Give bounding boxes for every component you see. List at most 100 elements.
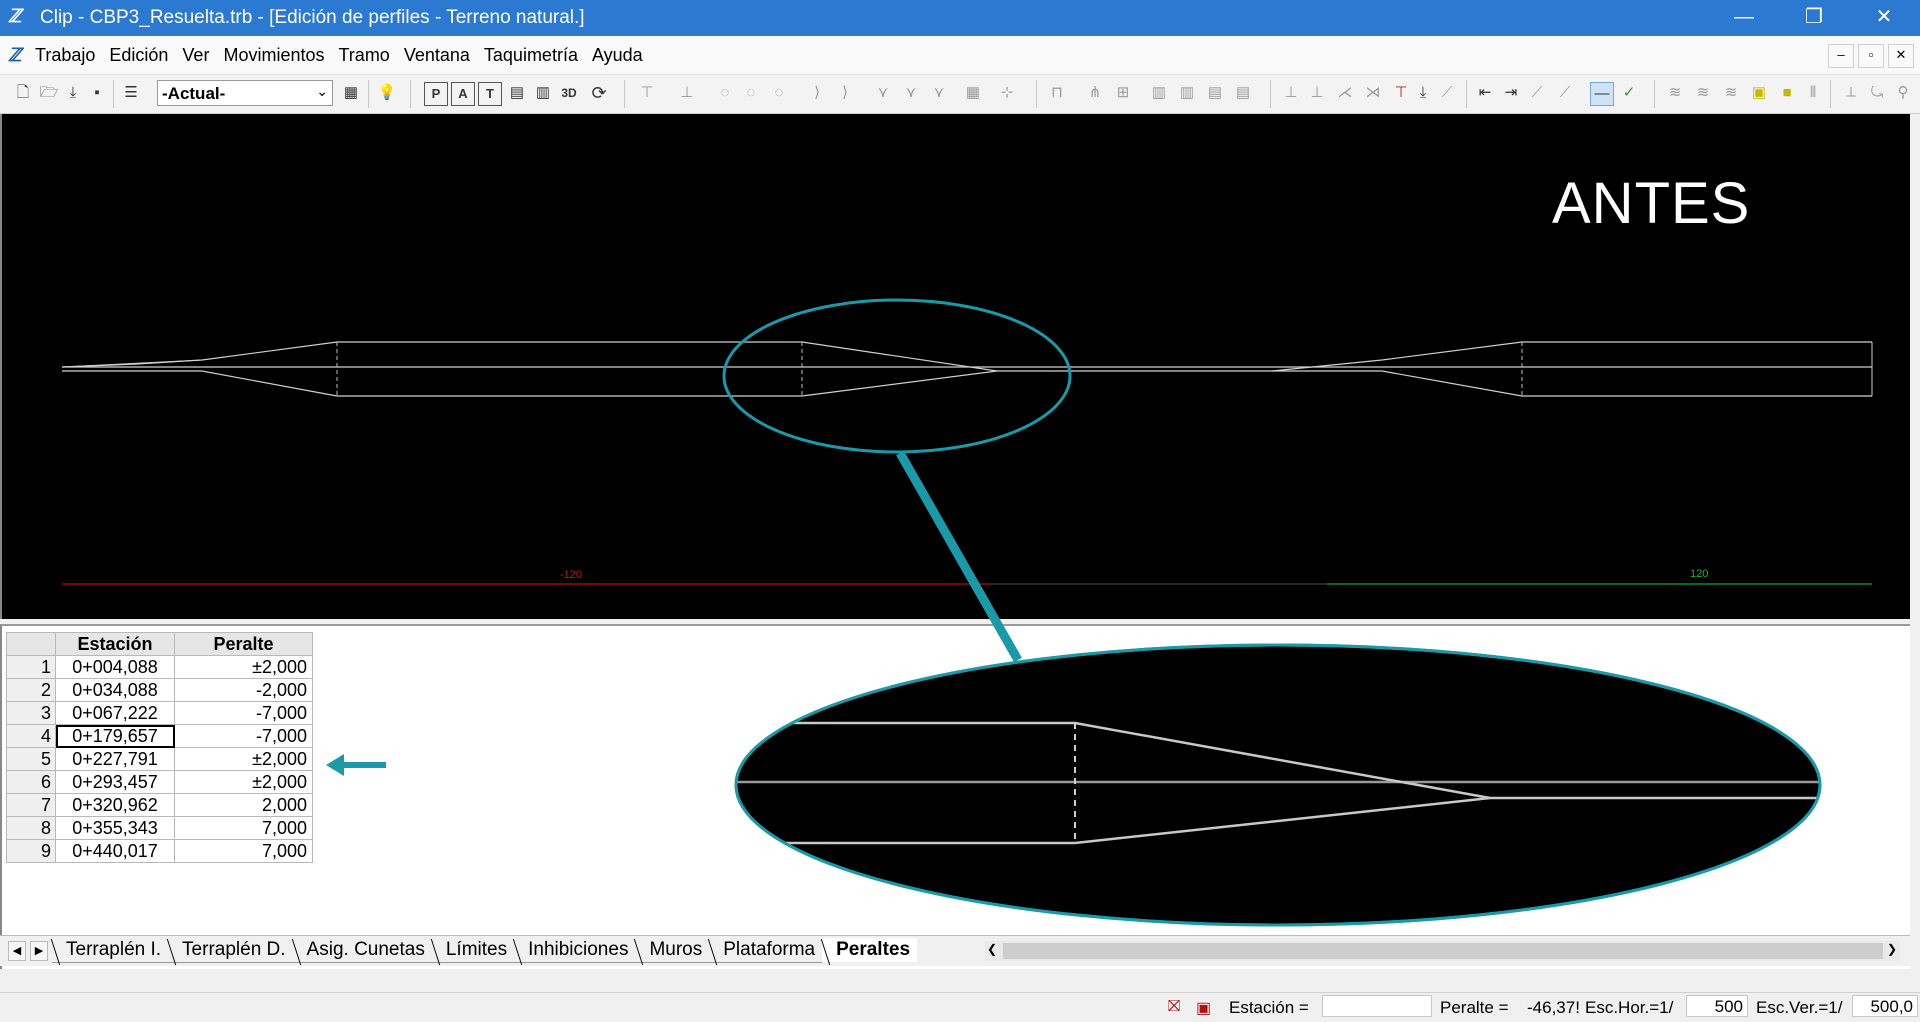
tool-c-icon[interactable]: ◌ — [714, 82, 736, 104]
tab-terraplen-d[interactable]: Terraplén D. — [168, 938, 293, 963]
horizontal-scrollbar[interactable]: ❮ ❯ — [985, 941, 1900, 961]
tool-a-icon[interactable]: ⊤ — [636, 82, 658, 104]
tab-inhibiciones[interactable]: Inhibiciones — [514, 938, 636, 963]
tool-q-icon[interactable]: ▥ — [1176, 82, 1198, 104]
save-icon[interactable]: ▪ — [86, 82, 108, 104]
tool-af-icon[interactable]: ▣ — [1748, 82, 1770, 104]
menu-trabajo[interactable]: Trabajo — [34, 45, 96, 66]
tab-prev-button[interactable]: ◀ — [8, 941, 26, 961]
header-peralte[interactable]: Peralte — [174, 632, 313, 656]
row-number[interactable]: 1 — [6, 655, 56, 679]
esc-hor-value[interactable]: 500 — [1686, 995, 1748, 1017]
tab-peraltes[interactable]: Peraltes — [822, 938, 918, 962]
cell-peralte[interactable]: 7,000 — [174, 839, 313, 863]
tab-next-button[interactable]: ▶ — [30, 941, 48, 961]
tool-g-icon[interactable]: ⟩ — [834, 82, 856, 104]
tool-w-icon[interactable]: ⋊ — [1362, 82, 1384, 104]
cell-peralte[interactable]: -7,000 — [174, 724, 313, 748]
close-button[interactable]: ✕ — [1852, 0, 1916, 36]
row-number[interactable]: 9 — [6, 839, 56, 863]
tool-ac-icon[interactable]: ≋ — [1664, 82, 1686, 104]
3d-icon[interactable]: 3D — [558, 82, 580, 104]
tool-l-icon[interactable]: ⊹ — [996, 82, 1018, 104]
mdi-close-button[interactable]: ✕ — [1888, 44, 1914, 68]
menu-ver[interactable]: Ver — [181, 45, 210, 66]
t-icon[interactable]: T — [478, 82, 502, 106]
row-number[interactable]: 6 — [6, 770, 56, 794]
tool-r-icon[interactable]: ▤ — [1204, 82, 1226, 104]
tool-ag-icon[interactable]: ■ — [1776, 82, 1798, 104]
header-estacion[interactable]: Estación — [55, 632, 175, 656]
status-icon-b[interactable]: ▣ — [1196, 998, 1211, 1018]
tool-aa-icon[interactable]: ⟋ — [1526, 82, 1548, 104]
row-number[interactable]: 2 — [6, 678, 56, 702]
row-number[interactable]: 3 — [6, 701, 56, 725]
line-tool-icon[interactable]: — — [1590, 82, 1614, 106]
menu-edicion[interactable]: Edición — [108, 45, 169, 66]
cell-estacion[interactable]: 0+227,791 — [55, 747, 175, 771]
scroll-left-icon[interactable]: ❮ — [987, 942, 997, 956]
mt-icon[interactable]: ▥ — [532, 82, 554, 104]
tool-d-icon[interactable]: ◌ — [740, 82, 762, 104]
grid-settings-icon[interactable]: ▦ — [340, 82, 362, 104]
cell-peralte[interactable]: ±2,000 — [174, 770, 313, 794]
cell-estacion[interactable]: 0+067,222 — [55, 701, 175, 725]
menu-ayuda[interactable]: Ayuda — [591, 45, 644, 66]
tool-j-icon[interactable]: ⋎ — [928, 82, 950, 104]
cell-estacion[interactable]: 0+320,962 — [55, 793, 175, 817]
tool-m-icon[interactable]: ⊓ — [1046, 82, 1068, 104]
open-folder-icon[interactable]: 🗁 — [38, 82, 60, 104]
cell-peralte[interactable]: -7,000 — [174, 701, 313, 725]
esc-ver-value[interactable]: 500,0 — [1852, 995, 1918, 1017]
cell-peralte[interactable]: 2,000 — [174, 793, 313, 817]
tool-k-icon[interactable]: ▦ — [962, 82, 984, 104]
tool-f-icon[interactable]: ⟩ — [806, 82, 828, 104]
tool-b-icon[interactable]: ⊥ — [676, 82, 698, 104]
tool-i-icon[interactable]: ⋎ — [900, 82, 922, 104]
tool-o-icon[interactable]: ⊞ — [1112, 82, 1134, 104]
arrow-left-icon[interactable]: ⇤ — [1474, 82, 1496, 104]
cell-estacion[interactable]: 0+440,017 — [55, 839, 175, 863]
row-number[interactable]: 5 — [6, 747, 56, 771]
mdi-restore-button[interactable]: ▫ — [1858, 44, 1884, 68]
maximize-button[interactable]: ❐ — [1782, 0, 1846, 36]
cell-peralte[interactable]: 7,000 — [174, 816, 313, 840]
tool-s-icon[interactable]: ▤ — [1232, 82, 1254, 104]
scroll-thumb[interactable] — [1003, 943, 1883, 959]
tab-muros[interactable]: Muros — [635, 938, 710, 963]
cell-estacion[interactable]: 0+004,088 — [55, 655, 175, 679]
tool-y-icon[interactable]: ⤓ — [1412, 82, 1434, 104]
tool-h-icon[interactable]: ⋎ — [872, 82, 894, 104]
tab-terraplen-i[interactable]: Terraplén I. — [52, 938, 169, 963]
tool-ai-icon[interactable]: ⟂ — [1840, 82, 1862, 104]
menu-movimientos[interactable]: Movimientos — [222, 45, 325, 66]
tool-ae-icon[interactable]: ≋ — [1720, 82, 1742, 104]
menu-ventana[interactable]: Ventana — [403, 45, 471, 66]
table-icon[interactable]: ▤ — [506, 82, 528, 104]
tab-asig-cunetas[interactable]: Asig. Cunetas — [292, 938, 432, 963]
cell-peralte[interactable]: ±2,000 — [174, 655, 313, 679]
row-number[interactable]: 4 — [6, 724, 56, 748]
tab-plataforma[interactable]: Plataforma — [709, 938, 823, 963]
profile-selector[interactable]: -Actual- ⌄ — [157, 80, 333, 106]
arrow-right-icon[interactable]: ⇥ — [1500, 82, 1522, 104]
tool-ak-icon[interactable]: ⚲ — [1892, 82, 1914, 104]
menu-tramo[interactable]: Tramo — [337, 45, 390, 66]
import-icon[interactable]: ⤓ — [62, 82, 84, 104]
help-bulb-icon[interactable]: 💡 — [376, 82, 398, 104]
tool-u-icon[interactable]: ⊥ — [1306, 82, 1328, 104]
tool-z-icon[interactable]: ⟋ — [1436, 82, 1458, 104]
check-tool-icon[interactable]: ✓ — [1618, 82, 1640, 104]
cell-estacion[interactable]: 0+179,657 — [55, 724, 175, 748]
row-number[interactable]: 7 — [6, 793, 56, 817]
list-icon[interactable]: ☰ — [120, 82, 142, 104]
tool-ad-icon[interactable]: ≋ — [1692, 82, 1714, 104]
status-icon-a[interactable]: ⛝ — [1168, 998, 1180, 1016]
tool-p-icon[interactable]: ▥ — [1148, 82, 1170, 104]
scroll-right-icon[interactable]: ❯ — [1887, 942, 1897, 956]
tool-aj-icon[interactable]: ⤿ — [1866, 82, 1888, 104]
menu-taquimetria[interactable]: Taquimetría — [483, 45, 579, 66]
new-file-icon[interactable]: 🗋 — [12, 82, 34, 104]
tool-n-icon[interactable]: ⋔ — [1084, 82, 1106, 104]
minimize-button[interactable]: — — [1712, 0, 1776, 36]
